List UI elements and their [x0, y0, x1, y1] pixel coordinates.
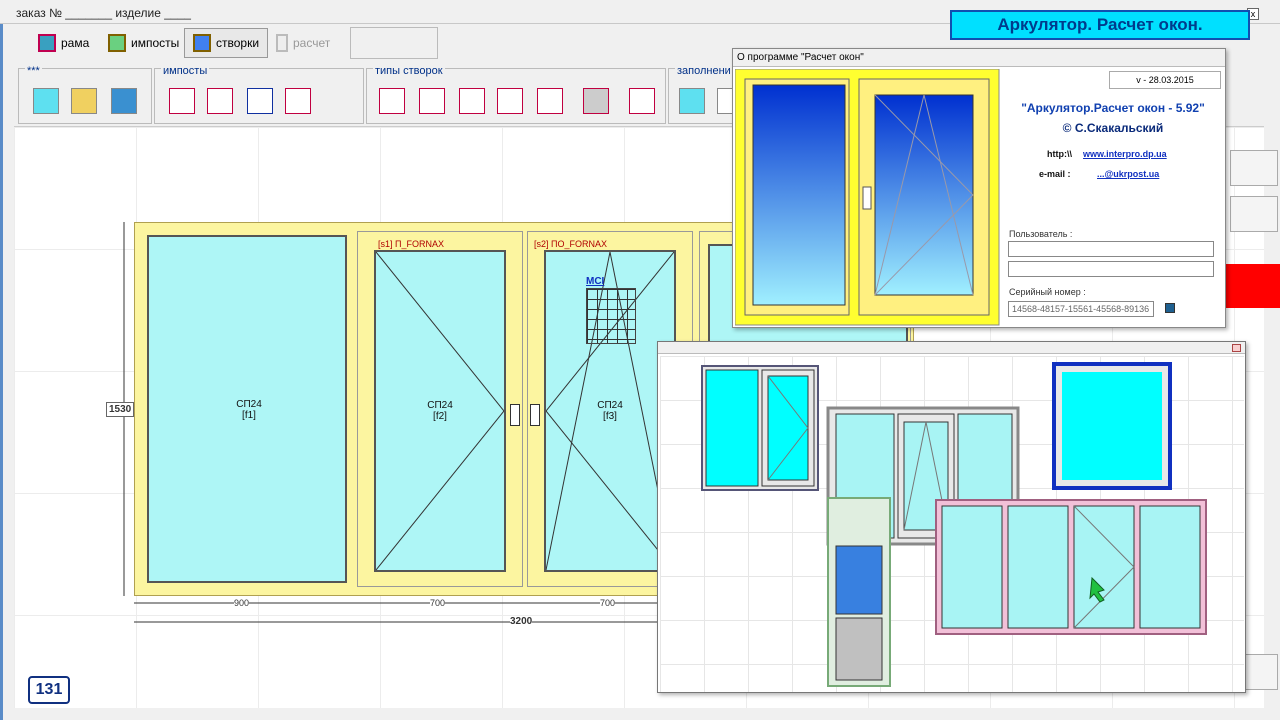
calc-button[interactable]: расчет	[268, 28, 338, 58]
group-imposts-label: импосты	[161, 65, 210, 77]
sash-left-icon[interactable]	[379, 88, 405, 114]
pane-f2[interactable]: СП24 [f2]	[374, 250, 506, 572]
sash-tilt-left-icon[interactable]	[459, 88, 485, 114]
about-window-illustration	[735, 69, 1000, 326]
pane-f1-id: [f1]	[242, 410, 256, 421]
horizontal-impost-icon[interactable]	[207, 88, 233, 114]
sashes-button-label: створки	[216, 36, 260, 50]
calc-button-label: расчет	[293, 36, 331, 50]
dim-width-3[interactable]: 700	[600, 598, 616, 608]
double-impost-icon[interactable]	[247, 88, 273, 114]
pane-f2-code: СП24	[427, 400, 453, 411]
about-dialog-title: О программе "Расчет окон"	[733, 49, 1225, 67]
red-indicator	[1226, 264, 1280, 308]
dim-height[interactable]: 1530	[106, 402, 135, 417]
group-misc: ***	[18, 65, 152, 124]
program-name: "Аркулятор.Расчет окон - 5.92"	[1021, 101, 1205, 115]
calc-icon	[276, 34, 288, 52]
preview-gallery	[701, 362, 1207, 687]
fill-tool-icon[interactable]	[33, 88, 59, 114]
sash-right-icon[interactable]	[419, 88, 445, 114]
group-misc-label: ***	[25, 65, 42, 77]
handle-icon	[510, 404, 520, 426]
side-button-1[interactable]	[1230, 150, 1278, 186]
about-dialog: О программе "Расчет окон" v - 28.03.2015…	[732, 48, 1226, 328]
preview-close-icon[interactable]	[1232, 344, 1241, 352]
frame-tool-icon[interactable]	[71, 88, 97, 114]
frame-icon	[38, 34, 56, 52]
preview-titlebar	[658, 342, 1245, 354]
user-field[interactable]	[1008, 241, 1214, 257]
group-sash-types-label: типы створок	[373, 65, 445, 77]
serial-field[interactable]: 14568-48157-15561-45568-89136	[1008, 301, 1154, 317]
left-accent-bar	[0, 0, 3, 720]
http-label: http:\\	[1047, 149, 1072, 159]
net-label: МСІ	[586, 276, 605, 287]
pane-f3-id: [f3]	[603, 411, 617, 422]
sash-net-icon[interactable]	[583, 88, 609, 114]
user-label: Пользователь :	[1009, 229, 1073, 239]
serial-label: Серийный номер :	[1009, 287, 1086, 297]
mosquito-net-icon[interactable]	[586, 288, 636, 344]
side-button-2[interactable]	[1230, 196, 1278, 232]
vertical-impost-icon[interactable]	[169, 88, 195, 114]
sashes-icon	[193, 34, 211, 52]
sash-s1-title: [s1] П_FORNAX	[378, 239, 444, 249]
frame-button[interactable]: рама	[30, 28, 97, 58]
dim-width-1[interactable]: 900	[234, 598, 250, 608]
sash-s2-title: [s2] ПО_FORNAX	[534, 239, 607, 249]
pane-f1-code: СП24	[236, 399, 262, 410]
serial-apply-button[interactable]	[1165, 303, 1175, 313]
glass-fill-icon[interactable]	[679, 88, 705, 114]
pane-f2-id: [f2]	[433, 411, 447, 422]
sash-door-icon[interactable]	[629, 88, 655, 114]
imposts-button-label: импосты	[131, 36, 180, 50]
toolbar-blank-field	[350, 27, 438, 59]
preview-window	[657, 341, 1246, 693]
sash-tilt-right-icon[interactable]	[497, 88, 523, 114]
email-link[interactable]: ...@ukrpost.ua	[1097, 169, 1159, 179]
pane-f3-code: СП24	[597, 400, 623, 411]
sash-s1[interactable]: [s1] П_FORNAX СП24 [f2]	[357, 231, 523, 587]
frame-button-label: рама	[61, 36, 90, 50]
website-link[interactable]: www.interpro.dp.ua	[1083, 149, 1167, 159]
group-fill-label: заполнени	[675, 65, 733, 77]
version-field: v - 28.03.2015	[1109, 71, 1221, 89]
handle-icon	[530, 404, 540, 426]
email-label: e-mail :	[1039, 169, 1071, 179]
program-author: © С.Скакальский	[1062, 121, 1164, 135]
user-field-2[interactable]	[1008, 261, 1214, 277]
pane-f1[interactable]: СП24 [f1]	[147, 235, 347, 583]
group-fill: заполнени	[668, 65, 743, 124]
delete-impost-icon[interactable]	[285, 88, 311, 114]
paint-tool-icon[interactable]	[111, 88, 137, 114]
sash-top-icon[interactable]	[537, 88, 563, 114]
sashes-button[interactable]: створки	[184, 28, 269, 58]
imposts-button[interactable]: импосты	[100, 28, 187, 58]
item-count-badge: 131	[28, 676, 70, 704]
group-sash-types: типы створок	[366, 65, 666, 124]
group-imposts: импосты	[154, 65, 364, 124]
window-title: заказ № _______ изделие ____	[16, 6, 191, 20]
imposts-icon	[108, 34, 126, 52]
dim-width-2[interactable]: 700	[430, 598, 446, 608]
dim-total-width[interactable]: 3200	[510, 616, 533, 627]
